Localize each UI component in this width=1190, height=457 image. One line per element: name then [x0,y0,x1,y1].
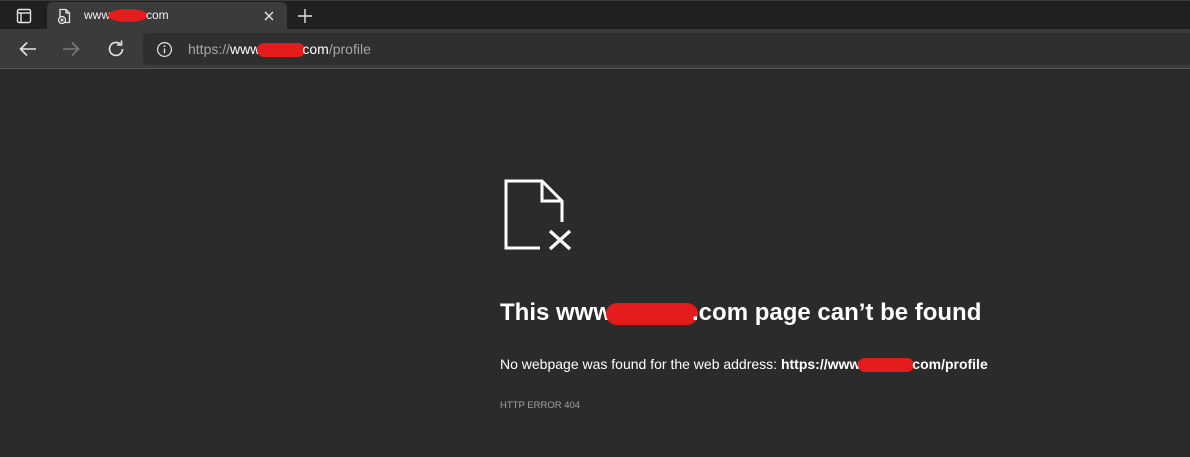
address-url[interactable]: https://www com/profile [188,41,371,58]
error-headline: This www .com page can’t be found [500,299,981,327]
refresh-icon[interactable] [104,37,128,61]
url-host-end: com [302,41,329,57]
tab-active[interactable]: www com [47,2,287,30]
description-url-end: com/profile [912,356,988,372]
url-path: /profile [328,41,371,57]
error-code: HTTP ERROR 404 [500,400,581,411]
url-scheme: https:// [188,41,231,57]
arrow-left-icon[interactable] [16,37,40,61]
document-error-icon [57,8,71,24]
description-url-start: https://www [780,356,861,372]
tab-title-start: www [84,8,110,22]
close-icon[interactable] [261,8,277,24]
redaction-mark [858,358,915,373]
redaction-mark [257,43,306,58]
url-host-start: www [230,41,261,57]
error-description: No webpage was found for the web address… [500,356,988,373]
tab-actions-icon [16,8,32,24]
address-bar[interactable]: https://www com/profile [143,33,1190,65]
document-error-icon [504,179,576,254]
redaction-mark [108,9,148,23]
tab-title: www com [84,8,169,23]
tab-title-end: com [146,8,169,22]
headline-start: This www [500,299,613,326]
redaction-mark [606,302,699,325]
toolbar: https://www com/profile [0,29,1190,69]
arrow-right-icon[interactable] [59,37,83,61]
info-icon[interactable] [156,41,173,58]
browser-window: www com https://www com/profile This www… [0,0,1190,457]
tab-actions-button[interactable] [6,4,42,28]
headline-end: .com page can’t be found [692,299,982,326]
tab-strip: www com [0,0,1190,30]
description-label: No webpage was found for the web address… [500,356,781,372]
new-tab-button[interactable] [294,5,316,27]
